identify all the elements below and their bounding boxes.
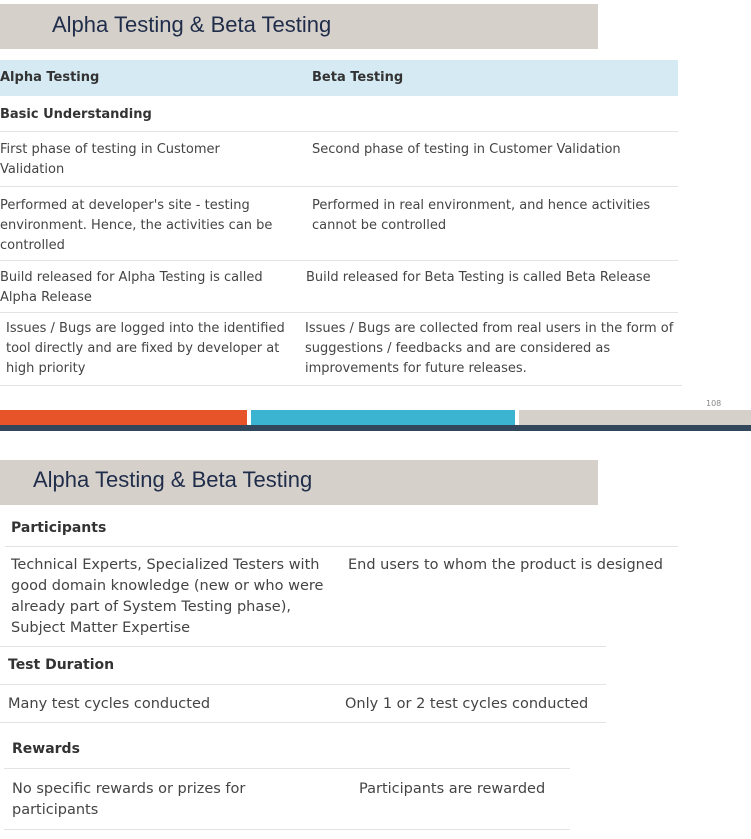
row-divider bbox=[4, 768, 570, 769]
participants-beta: End users to whom the product is designe… bbox=[348, 557, 663, 573]
slide-divider-bar bbox=[0, 425, 751, 431]
footer-stripe-grey bbox=[519, 410, 751, 426]
table-row-3-alpha: Build released for Alpha Testing is call… bbox=[0, 270, 263, 305]
section-rewards: Rewards bbox=[12, 741, 80, 757]
table-row-2-alpha: Performed at developer's site - testing … bbox=[0, 198, 273, 253]
table-row-1-alpha: First phase of testing in Customer Valid… bbox=[0, 142, 220, 177]
section-participants: Participants bbox=[11, 520, 107, 536]
row-divider bbox=[0, 684, 606, 685]
row-divider bbox=[5, 546, 678, 547]
table-row-2-beta: Performed in real environment, and hence… bbox=[312, 198, 651, 233]
row-divider bbox=[4, 829, 570, 830]
participants-alpha: Technical Experts, Specialized Testers w… bbox=[11, 557, 324, 636]
row-divider bbox=[0, 646, 606, 647]
section-basic-understanding: Basic Understanding bbox=[0, 107, 152, 122]
row-divider bbox=[0, 131, 678, 132]
rewards-beta: Participants are rewarded bbox=[359, 781, 546, 797]
row-divider bbox=[0, 260, 678, 261]
row-divider bbox=[0, 722, 606, 723]
table-row-1-beta: Second phase of testing in Customer Vali… bbox=[312, 142, 621, 157]
row-divider bbox=[0, 186, 678, 187]
column-header-alpha: Alpha Testing bbox=[0, 70, 100, 85]
duration-beta: Only 1 or 2 test cycles conducted bbox=[345, 696, 589, 712]
footer-stripe-blue bbox=[251, 410, 515, 426]
rewards-alpha: No specific rewards or prizes for partic… bbox=[12, 781, 246, 818]
table-row-4-beta: Issues / Bugs are collected from real us… bbox=[305, 321, 674, 376]
row-divider bbox=[0, 312, 678, 313]
footer-stripe-orange bbox=[0, 410, 247, 426]
table-row-3-beta: Build released for Beta Testing is calle… bbox=[306, 270, 651, 285]
slide2-title: Alpha Testing & Beta Testing bbox=[33, 467, 313, 492]
slide1-title: Alpha Testing & Beta Testing bbox=[52, 12, 332, 37]
duration-alpha: Many test cycles conducted bbox=[8, 696, 211, 712]
section-test-duration: Test Duration bbox=[8, 657, 115, 673]
row-divider bbox=[0, 385, 682, 386]
page-number: 108 bbox=[706, 399, 722, 408]
table-row-4-alpha: Issues / Bugs are logged into the identi… bbox=[6, 321, 285, 376]
column-header-beta: Beta Testing bbox=[312, 70, 404, 85]
